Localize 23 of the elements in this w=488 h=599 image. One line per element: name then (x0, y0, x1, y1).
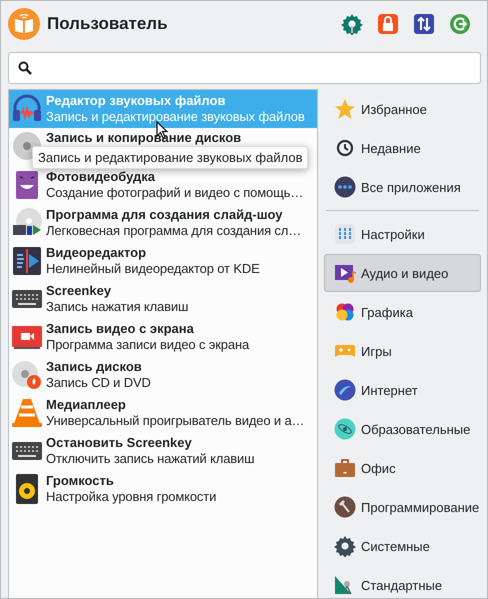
user-name: Пользователь (47, 14, 169, 34)
app-description: Программа записи видео с экрана (46, 337, 250, 353)
app-title: Фотовидеобудка (46, 169, 156, 185)
app-description: Запись и редактирование звуковых файлов (46, 109, 305, 125)
app-title: Остановить Screenkey (46, 435, 193, 451)
app-title: Громкость (46, 473, 115, 489)
app-title: Запись видео с экрана (46, 321, 195, 337)
app-title: Видеоредактор (46, 245, 148, 261)
app-title: Запись и копирование дисков (46, 130, 242, 146)
app-description: Запись CD и DVD (46, 375, 151, 391)
app-title: Запись дисков (46, 359, 143, 375)
app-description: Отключить запись нажатий клавиш (46, 451, 254, 467)
app-description: Нелинейный видеоредактор от KDE (46, 261, 260, 277)
app-description: Настройка уровня громкости (46, 489, 216, 505)
app-title: Медиаплеер (46, 397, 127, 413)
app-description: Создание фотографий и видео с помощь… (46, 185, 304, 201)
app-title: Редактор звуковых файлов (46, 93, 226, 109)
app-title: Screenkey (46, 283, 112, 299)
tooltip: Запись и редактирование звуковых файлов (32, 146, 308, 169)
app-description: Легковесная программа для создания сл… (46, 223, 302, 239)
app-title: Программа для создания слайд-шоу (46, 207, 284, 223)
app-description: Запись нажатия клавиш (46, 299, 188, 315)
app-description: Универсальный проигрыватель видео и а… (46, 413, 304, 429)
